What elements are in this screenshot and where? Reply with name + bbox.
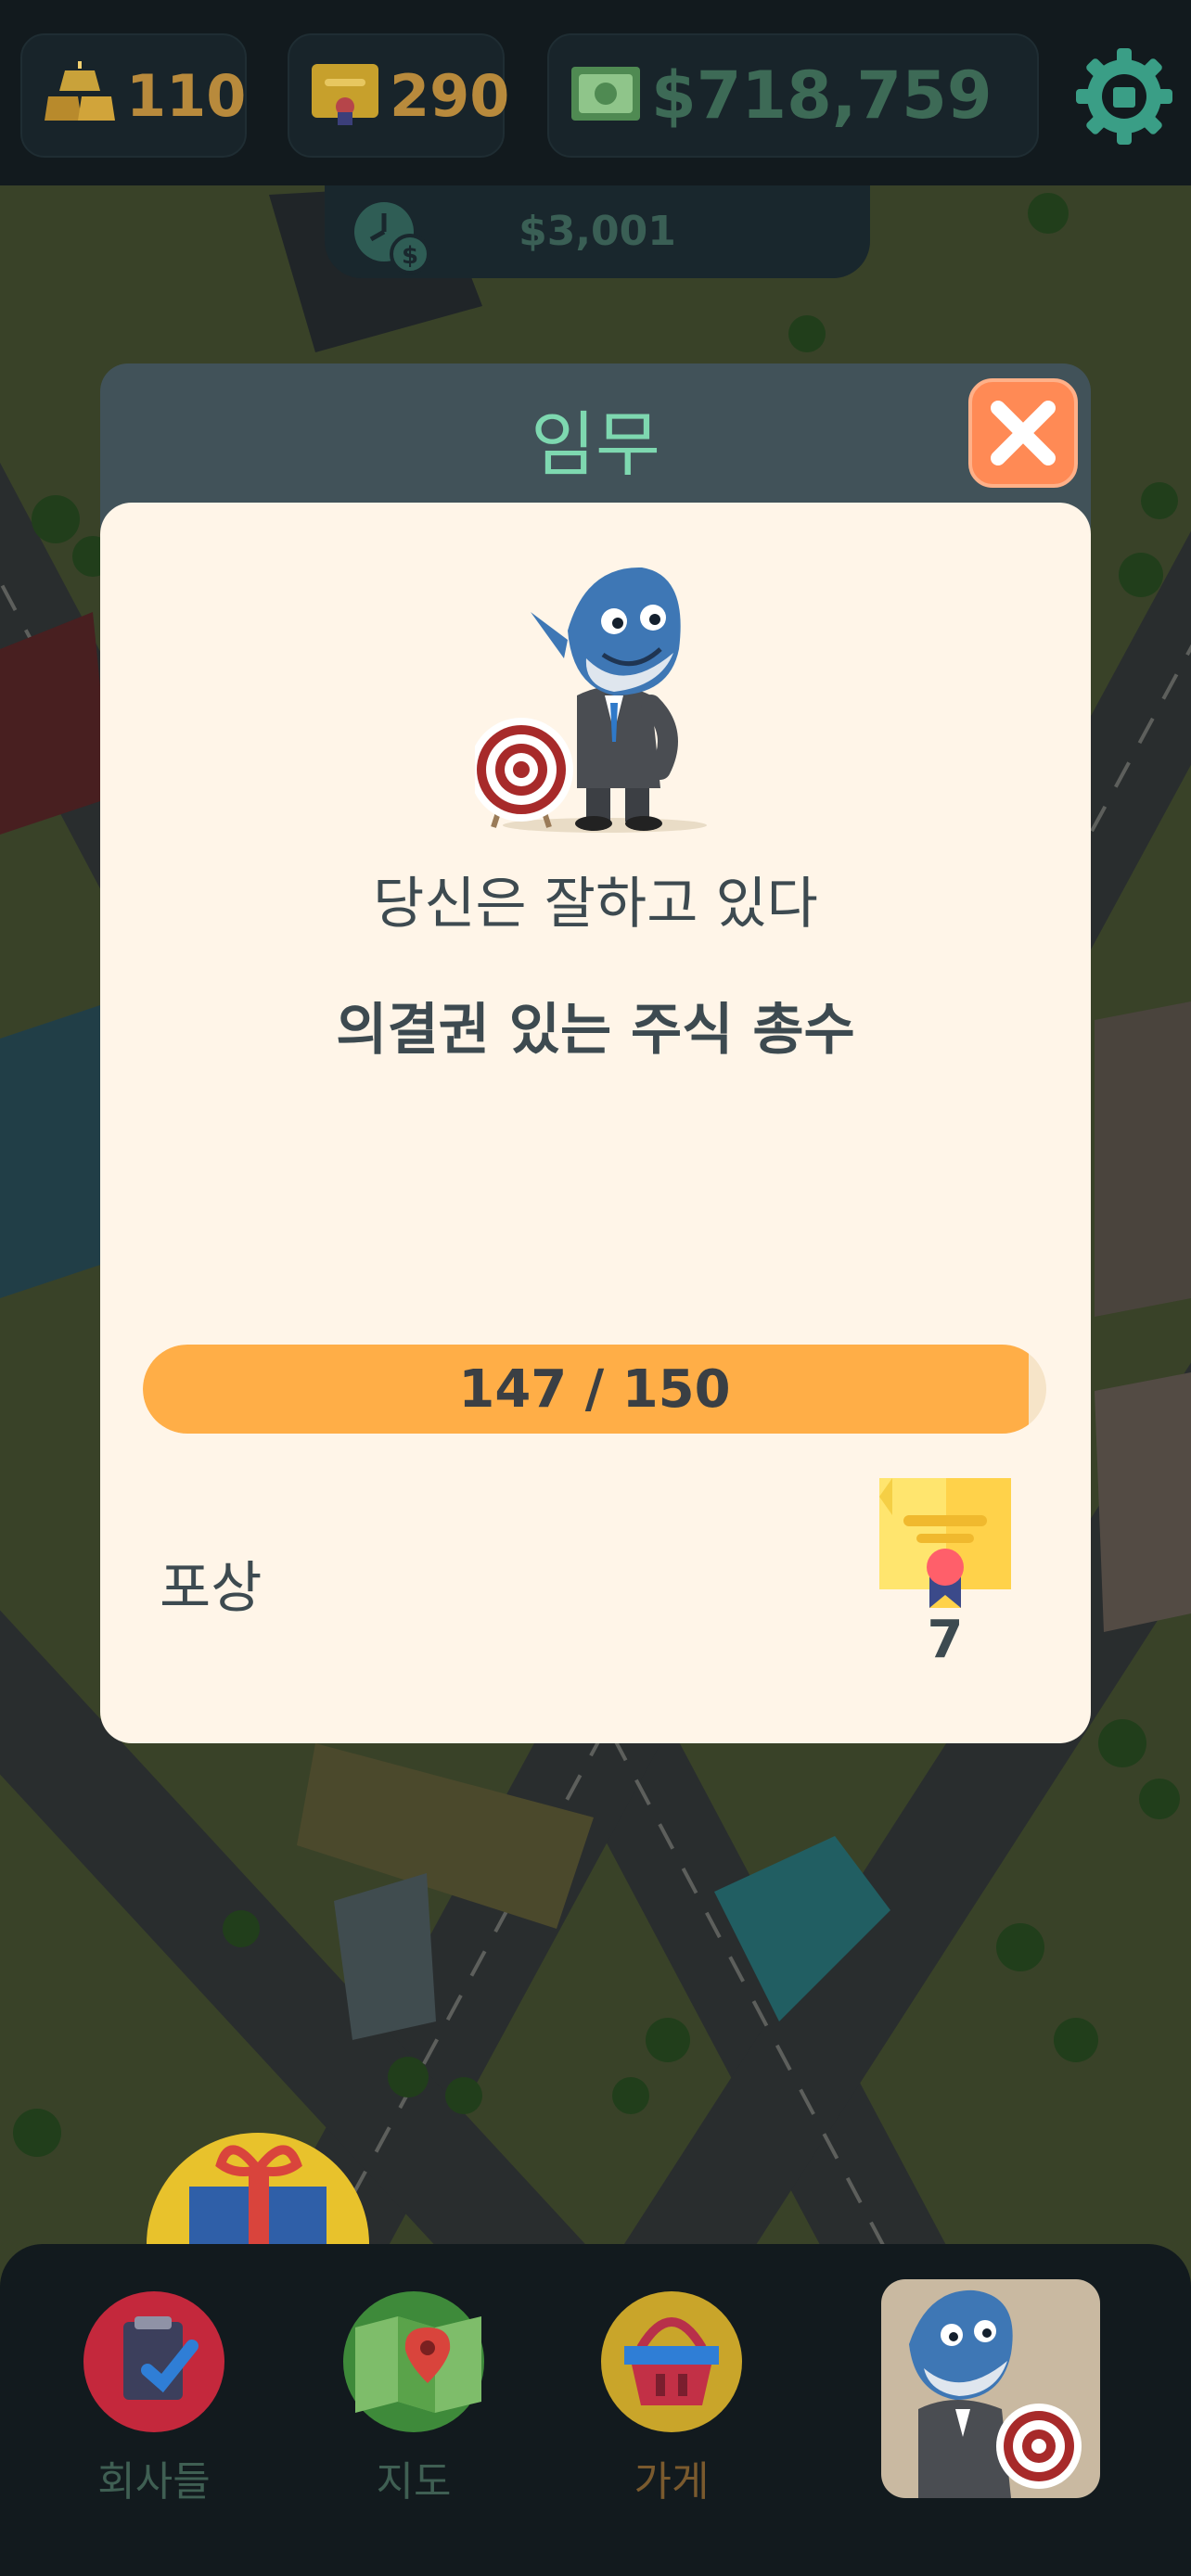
- clipboard-check-icon: [83, 2291, 224, 2432]
- reward-count: 7: [927, 1610, 964, 1670]
- close-icon: [991, 401, 1056, 465]
- settings-gear-icon[interactable]: [1074, 46, 1174, 147]
- cash-counter[interactable]: $718,759: [547, 33, 1039, 158]
- mission-objective-text: 의결권 있는 주식 총수: [336, 998, 855, 1063]
- certificate-reward-icon: [879, 1478, 1011, 1608]
- cash-bill-icon: [570, 65, 642, 126]
- income-rate-value: $3,001: [519, 208, 676, 255]
- mascot-profile-button[interactable]: [881, 2279, 1100, 2498]
- shark-mascot-with-target-illustration: [475, 567, 707, 833]
- nav-shop-label: 가게: [634, 2458, 710, 2506]
- income-rate-banner[interactable]: $ $3,001: [325, 185, 870, 278]
- nav-companies[interactable]: 회사들: [61, 2290, 247, 2507]
- shark-mascot-avatar-icon: [909, 2289, 1082, 2498]
- nav-companies-label: 회사들: [97, 2458, 211, 2506]
- gift-box-icon[interactable]: [147, 2114, 369, 2263]
- mission-progress-bar: 147 / 150: [143, 1345, 1046, 1434]
- nav-map[interactable]: 지도: [321, 2290, 506, 2507]
- close-button[interactable]: [968, 378, 1078, 488]
- gold-counter[interactable]: 110: [20, 33, 247, 158]
- shopping-basket-icon: [601, 2291, 742, 2432]
- nav-map-label: 지도: [376, 2458, 452, 2506]
- gold-bars-icon: [43, 61, 117, 130]
- encouragement-text: 당신은 잘하고 있다: [373, 872, 818, 937]
- reward-label: 포상: [160, 1556, 263, 1621]
- certificate-amount: 290: [390, 61, 510, 130]
- map-pin-icon: [343, 2291, 484, 2432]
- nav-shop[interactable]: 가게: [579, 2290, 764, 2507]
- gold-amount: 110: [126, 61, 247, 130]
- cash-amount: $718,759: [651, 57, 992, 134]
- progress-text: 147 / 150: [458, 1359, 731, 1420]
- certificate-counter[interactable]: 290: [288, 33, 509, 158]
- certificate-icon: [310, 60, 380, 131]
- dialog-title: 임무: [531, 403, 660, 486]
